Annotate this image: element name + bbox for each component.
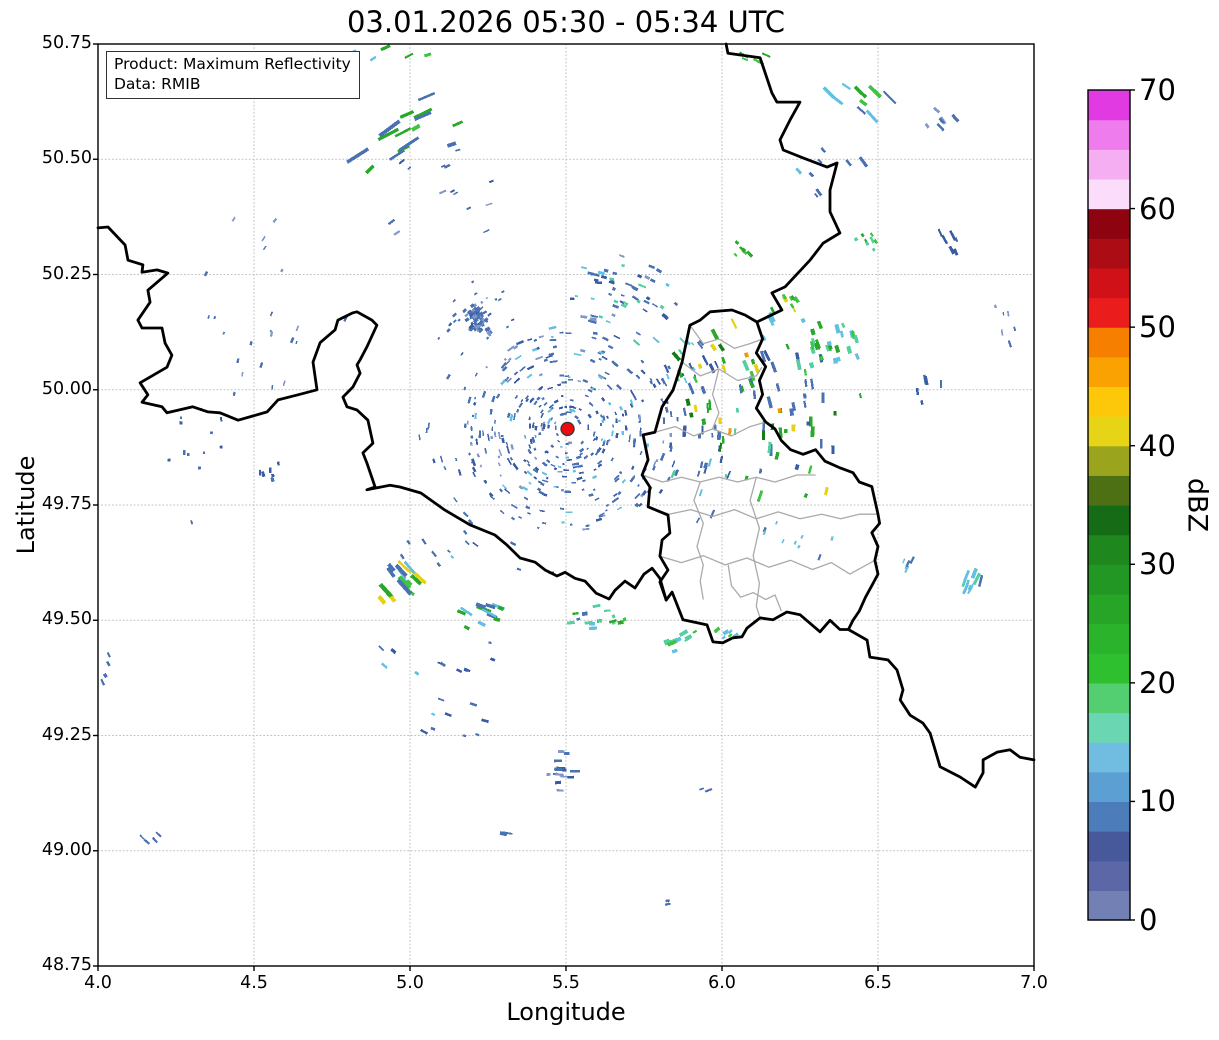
x-tick-label: 5.5	[552, 973, 580, 993]
colorbar-tick-label: 10	[1139, 784, 1176, 819]
colorbar	[1087, 89, 1135, 921]
x-tick-label: 4.0	[84, 973, 112, 993]
y-tick-label: 49.50	[41, 609, 92, 630]
x-tick-label: 5.0	[396, 973, 424, 993]
y-tick-label: 50.25	[41, 263, 92, 284]
colorbar-tick-label: 60	[1139, 191, 1176, 226]
x-axis-label: Longitude	[506, 998, 626, 1026]
colorbar-tick-label: 0	[1139, 903, 1158, 937]
colorbar-label: dBZ	[1181, 477, 1213, 533]
y-tick-label: 49.25	[41, 724, 92, 745]
y-tick-label: 50.00	[41, 378, 92, 399]
data-source-label: Data: RMIB	[114, 75, 201, 94]
y-tick-label: 48.75	[41, 955, 92, 975]
colorbar-tick-label: 20	[1139, 665, 1176, 700]
x-tick-label: 4.5	[240, 973, 268, 993]
x-tick-label: 7.0	[1020, 973, 1048, 993]
colorbar-tick-label: 30	[1139, 547, 1176, 582]
y-tick-label: 49.00	[41, 839, 92, 860]
x-tick-label: 6.0	[708, 973, 736, 993]
radar-site-dot	[560, 421, 575, 437]
product-annotation-box: Product: Maximum Reflectivity Data: RMIB	[106, 51, 360, 99]
y-tick-label: 50.75	[41, 33, 92, 53]
plot-frame	[93, 43, 1035, 971]
radar-map-plot	[93, 42, 1135, 971]
y-tick-label: 50.50	[41, 148, 92, 169]
map-grid	[97, 43, 1035, 967]
x-tick-label: 6.5	[864, 973, 892, 993]
colorbar-tick-label: 70	[1139, 73, 1176, 107]
product-label: Product: Maximum Reflectivity	[114, 55, 351, 73]
colorbar-tick-label: 40	[1139, 428, 1176, 463]
y-tick-label: 49.75	[41, 494, 92, 514]
colorbar-tick-label: 50	[1139, 310, 1176, 345]
radar-echoes	[100, 44, 1017, 906]
radar-figure: { "figure": {"width": 1219, "height": 10…	[0, 0, 1219, 1040]
plot-title: 03.01.2026 05:30 - 05:34 UTC	[346, 5, 786, 39]
